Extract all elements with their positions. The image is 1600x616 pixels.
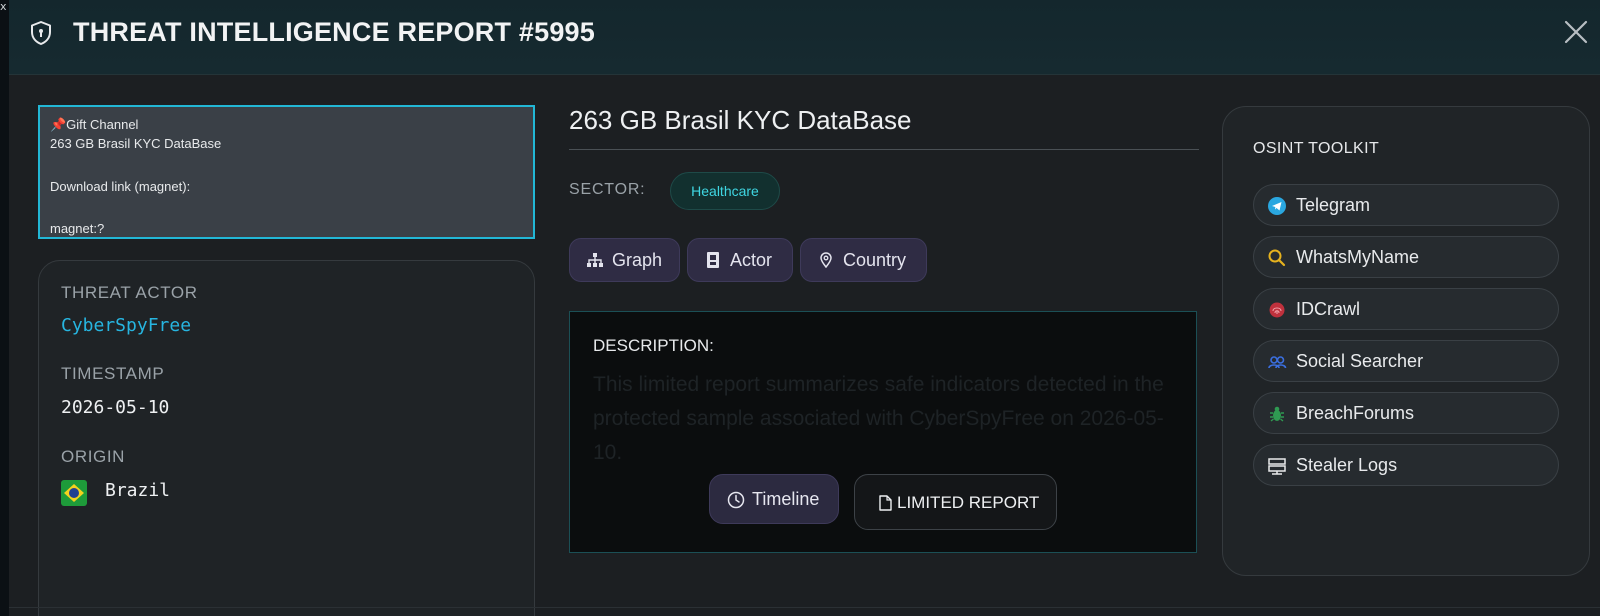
graph-label: Graph: [612, 250, 663, 270]
origin-label: ORIGIN: [61, 447, 126, 466]
tool-label: IDCrawl: [1296, 299, 1361, 319]
tool-idcrawl[interactable]: IDCrawl: [1253, 288, 1559, 330]
brazil-flag-icon: [61, 480, 87, 506]
description-text: This limited report summarizes safe indi…: [593, 373, 1164, 464]
id-badge-icon: [707, 252, 719, 268]
tool-label: Social Searcher: [1296, 351, 1424, 371]
osint-toolkit-panel: OSINT TOOLKIT Telegram WhatsMyName IDCra…: [1222, 106, 1590, 576]
corner-mark: x: [0, 0, 7, 13]
threat-actor-link[interactable]: CyberSpyFree: [61, 315, 191, 336]
modal-title: THREAT INTELLIGENCE REPORT #5995: [73, 17, 595, 47]
fingerprint-icon: [1269, 302, 1285, 318]
origin-value: Brazil: [105, 480, 171, 501]
tool-whatsmyname[interactable]: WhatsMyName: [1253, 236, 1559, 278]
description-label: DESCRIPTION:: [593, 336, 714, 355]
country-label: Country: [843, 250, 907, 270]
threat-actor-label: THREAT ACTOR: [61, 283, 198, 302]
document-icon: [879, 495, 892, 511]
search-icon: [1268, 249, 1286, 267]
preview-download-label: Download link (magnet):: [50, 179, 191, 194]
graph-icon: [587, 253, 603, 267]
telegram-icon: [1268, 197, 1286, 215]
preview-channel: 📌Gift Channel: [50, 117, 139, 132]
tool-stealer-logs[interactable]: Stealer Logs: [1253, 444, 1559, 486]
graph-button[interactable]: Graph: [569, 238, 680, 282]
divider: [569, 149, 1199, 150]
shield-icon: [31, 21, 51, 45]
threat-info-card: THREAT ACTOR CyberSpyFree TIMESTAMP 2026…: [38, 260, 535, 616]
limited-report-label: LIMITED REPORT: [897, 493, 1040, 512]
timestamp-value: 2026-05-10: [61, 397, 170, 418]
report-modal: THREAT INTELLIGENCE REPORT #5995 📌Gift C…: [9, 0, 1600, 616]
clock-icon: [727, 491, 745, 509]
actor-label: Actor: [730, 250, 773, 270]
sector-tag: Healthcare: [670, 172, 780, 210]
toolkit-title: OSINT TOOLKIT: [1253, 140, 1380, 157]
preview-magnet: magnet:?: [50, 221, 105, 236]
tool-telegram[interactable]: Telegram: [1253, 184, 1559, 226]
map-pin-icon: [820, 252, 832, 268]
bug-icon: [1270, 406, 1284, 422]
tool-label: Stealer Logs: [1296, 455, 1398, 475]
message-preview: 📌Gift Channel 263 GB Brasil KYC DataBase…: [38, 105, 535, 239]
tool-label: WhatsMyName: [1296, 247, 1420, 267]
description-panel: DESCRIPTION: This limited report summari…: [569, 311, 1197, 553]
divider: [9, 607, 1600, 608]
close-icon[interactable]: [1562, 18, 1590, 46]
users-icon: [1268, 356, 1287, 369]
sector-label: SECTOR:: [569, 181, 646, 198]
timeline-label: Timeline: [752, 489, 820, 509]
preview-title: 263 GB Brasil KYC DataBase: [50, 136, 222, 151]
actor-button[interactable]: Actor: [687, 238, 793, 282]
modal-header: THREAT INTELLIGENCE REPORT #5995: [9, 0, 1600, 75]
limited-report-button[interactable]: LIMITED REPORT: [854, 474, 1057, 530]
tool-breachforums[interactable]: BreachForums: [1253, 392, 1559, 434]
tool-social-searcher[interactable]: Social Searcher: [1253, 340, 1559, 382]
report-name: 263 GB Brasil KYC DataBase: [569, 105, 912, 135]
tool-label: BreachForums: [1296, 403, 1415, 423]
country-button[interactable]: Country: [800, 238, 927, 282]
timeline-button[interactable]: Timeline: [709, 474, 839, 524]
tool-label: Telegram: [1296, 195, 1371, 215]
server-icon: [1268, 458, 1286, 475]
timestamp-label: TIMESTAMP: [61, 364, 165, 383]
